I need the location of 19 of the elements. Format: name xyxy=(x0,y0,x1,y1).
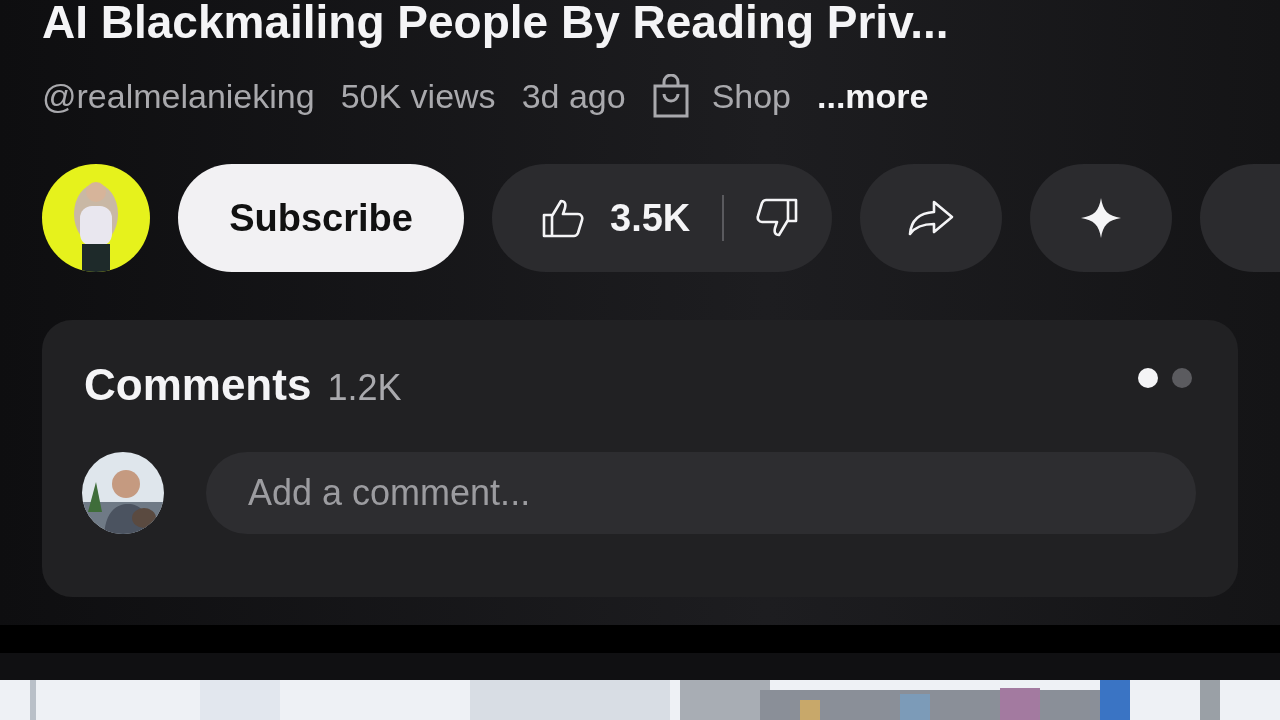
thumbs-up-icon xyxy=(542,198,584,238)
sparkle-icon xyxy=(1081,198,1122,238)
more-link[interactable]: ...more xyxy=(817,76,929,116)
shop-link[interactable]: Shop xyxy=(711,76,792,116)
page-dot[interactable] xyxy=(1172,368,1192,388)
channel-handle[interactable]: @realmelanieking xyxy=(42,76,315,116)
thumbs-down-icon xyxy=(756,198,799,238)
like-button[interactable]: 3.5K xyxy=(492,164,723,272)
shopping-bag-icon[interactable] xyxy=(651,74,690,118)
comments-card[interactable]: Comments 1.2K Add a comment... xyxy=(42,320,1238,597)
page-dot[interactable] xyxy=(1138,368,1158,388)
comments-heading: Comments xyxy=(84,360,312,410)
video-title: AI Blackmailing People By Reading Priv... xyxy=(42,0,950,50)
share-arrow-icon xyxy=(908,200,955,236)
comment-count: 1.2K xyxy=(327,367,402,409)
subscribe-button[interactable]: Subscribe xyxy=(178,164,464,272)
upload-age: 3d ago xyxy=(521,76,626,116)
comment-field[interactable]: Add a comment... xyxy=(206,452,1196,534)
view-count: 50K views xyxy=(340,76,496,116)
